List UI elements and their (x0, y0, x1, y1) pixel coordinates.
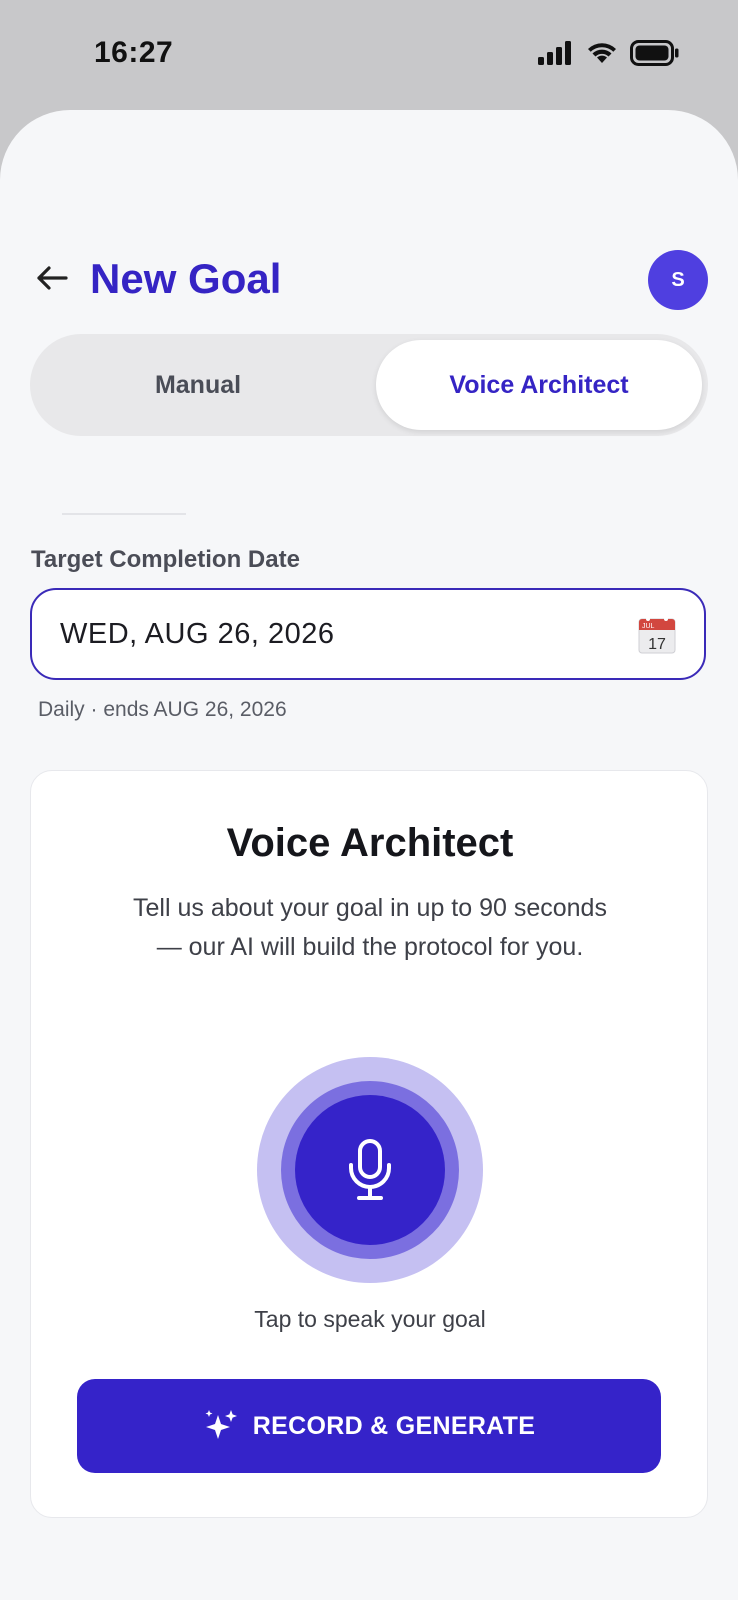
mic-ring-outer (257, 1057, 483, 1283)
mic-ring-mid (281, 1081, 459, 1259)
mic-caption: Tap to speak your goal (254, 1306, 486, 1332)
mode-toggle: Manual Voice Architect (30, 334, 708, 436)
avatar[interactable]: S (648, 250, 708, 310)
status-time: 16:27 (94, 36, 174, 69)
date-label: Target Completion Date (31, 546, 300, 573)
page-title: New Goal (90, 255, 282, 302)
tab-manual[interactable]: Manual (30, 334, 366, 436)
calendar-day: 17 (648, 636, 666, 653)
status-icons (538, 40, 680, 66)
voice-architect-card: Voice Architect Tell us about your goal … (30, 770, 708, 1518)
sparkles-icon (205, 1410, 237, 1439)
record-generate-button[interactable]: RECORD & GENERATE (77, 1379, 661, 1473)
signal-icon (538, 41, 571, 65)
divider (62, 513, 186, 515)
back-arrow-icon[interactable] (34, 260, 70, 296)
date-hint: Daily · ends AUG 26, 2026 (38, 698, 287, 721)
date-field[interactable]: WED, AUG 26, 2026 JUL 17 (30, 588, 706, 680)
mic-button[interactable] (295, 1095, 445, 1245)
card-description: Tell us about your goal in up to 90 seco… (133, 894, 607, 961)
wifi-icon (588, 43, 616, 63)
header: New Goal S (0, 246, 738, 312)
calendar-month: JUL (642, 623, 655, 630)
battery-icon (630, 40, 679, 66)
microphone-icon (349, 1139, 391, 1200)
tab-voice-architect[interactable]: Voice Architect (376, 340, 702, 430)
date-value: WED, AUG 26, 2026 (60, 618, 335, 650)
calendar-icon[interactable]: JUL 17 (638, 616, 676, 654)
card-title: Voice Architect (226, 821, 514, 865)
record-generate-label: RECORD & GENERATE (252, 1411, 536, 1440)
status-bar: 16:27 (0, 0, 738, 110)
